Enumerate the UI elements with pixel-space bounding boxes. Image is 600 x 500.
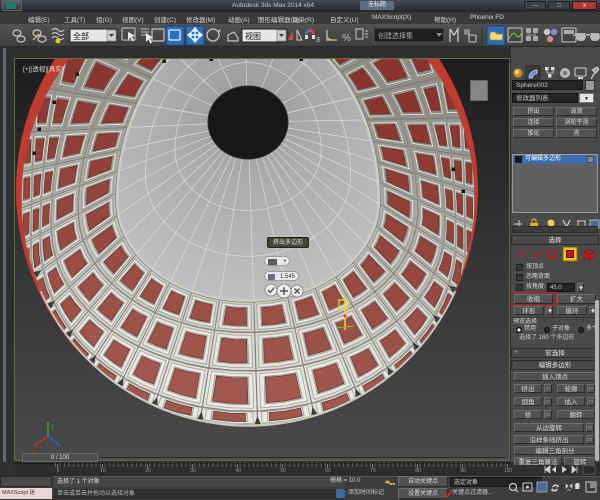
svg-text:全部: 全部	[73, 31, 89, 41]
svg-text:创建选择集: 创建选择集	[378, 31, 413, 40]
svg-text:y: y	[51, 424, 54, 430]
svg-text:3: 3	[316, 37, 320, 44]
svg-text:%: %	[342, 33, 351, 44]
svg-text:视图: 视图	[245, 31, 261, 41]
